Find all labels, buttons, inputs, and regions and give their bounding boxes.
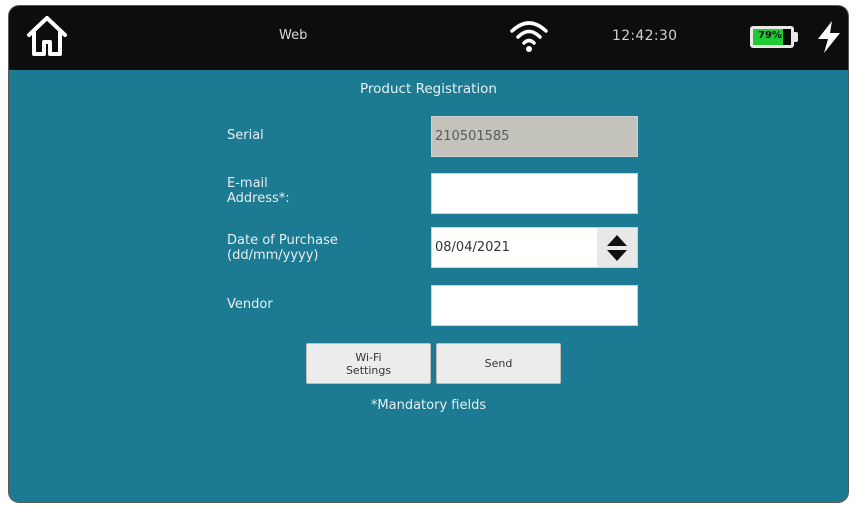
increment-arrow-icon[interactable] [605, 233, 629, 247]
battery-percent: 79% [758, 30, 782, 41]
purchase-date-field[interactable]: 08/04/2021 [431, 227, 638, 268]
charging-icon [818, 21, 840, 53]
purchase-date-label-line2: (dd/mm/yyyy) [227, 248, 319, 263]
mandatory-fields-note: *Mandatory fields [370, 398, 487, 413]
serial-label: Serial [227, 128, 264, 143]
vendor-label: Vendor [227, 297, 273, 312]
wifi-settings-button[interactable]: Wi-Fi Settings [306, 343, 431, 384]
wifi-settings-label-line1: Wi-Fi [355, 350, 382, 364]
email-label: E-mail Address*: [227, 176, 290, 206]
purchase-date-value: 08/04/2021 [435, 240, 510, 255]
purchase-date-label: Date of Purchase (dd/mm/yyyy) [227, 233, 338, 263]
wifi-settings-label-line2: Settings [345, 363, 392, 377]
status-bar: Web 12:42:30 79% [9, 6, 848, 70]
clock: 12:42:30 [612, 28, 678, 44]
decrement-arrow-icon[interactable] [605, 249, 629, 263]
email-field[interactable] [431, 173, 638, 214]
device-screen: Web 12:42:30 79% Product Registration Se… [9, 6, 848, 502]
battery-icon: 79% [750, 26, 794, 48]
home-icon[interactable] [23, 12, 71, 60]
vendor-field[interactable] [431, 285, 638, 326]
date-stepper[interactable] [597, 228, 637, 267]
battery-tip [794, 32, 798, 42]
app-title: Web [279, 28, 308, 43]
email-label-line2: Address*: [227, 191, 290, 206]
form-title: Product Registration [360, 81, 497, 97]
email-label-line1: E-mail [227, 176, 268, 191]
send-button[interactable]: Send [436, 343, 561, 384]
serial-field: 210501585 [431, 116, 638, 157]
purchase-date-label-line1: Date of Purchase [227, 233, 338, 248]
wifi-icon [510, 21, 548, 52]
